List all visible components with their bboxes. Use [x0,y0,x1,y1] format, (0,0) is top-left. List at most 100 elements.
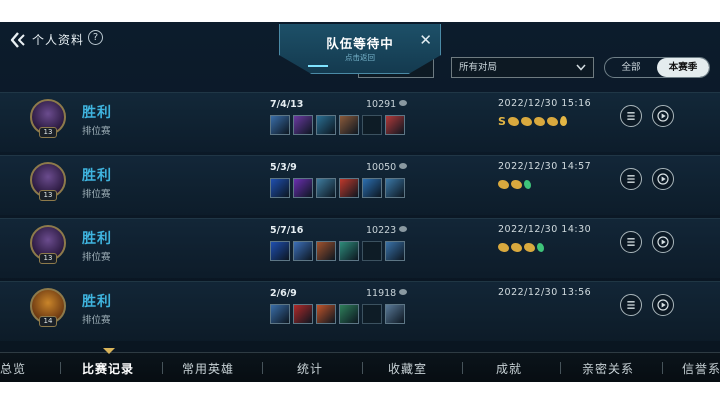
match-kda: 7/4/13 [270,99,304,110]
nav-divider [162,362,163,374]
match-datetime: 2022/12/30 14:57 [498,161,592,172]
match-badges [498,178,531,190]
match-row[interactable]: 13 胜利 排位赛 7/4/13 10291 2022/12/30 15:16 … [0,92,720,152]
nav-tab[interactable]: 总览 [0,360,26,377]
details-list-icon[interactable] [620,231,642,253]
achievement-badge-icon [533,116,545,126]
details-list-icon[interactable] [620,294,642,316]
coin-icon [399,163,408,169]
season-toggle[interactable]: 全部 本赛季 [604,57,710,78]
achievement-badge-icon [511,242,522,252]
queue-popup[interactable]: 队伍等待中 点击返回 ✕ [279,24,441,74]
match-type-value: 所有对局 [459,62,498,73]
item-icon [385,115,405,135]
match-datetime: 2022/12/30 13:56 [498,287,592,298]
details-list-icon[interactable] [620,105,642,127]
nav-tab[interactable]: 统计 [297,360,323,377]
match-mode: 排位赛 [82,189,111,200]
match-mode: 排位赛 [82,252,111,263]
empty-item-slot [362,241,382,261]
match-row[interactable]: 13 胜利 排位赛 5/3/9 10050 2022/12/30 14:57 [0,155,720,215]
drop-icon [559,116,567,126]
item-icon [270,178,290,198]
match-result: 胜利 [82,231,112,247]
replay-icon[interactable] [652,294,674,316]
nav-divider [462,362,463,374]
match-result: 胜利 [82,294,112,310]
queue-title: 队伍等待中 [326,36,394,51]
item-icon [385,304,405,324]
queue-progress-bar [308,65,328,67]
nav-tab[interactable]: 常用英雄 [182,360,234,377]
back-arrow-icon[interactable] [9,30,29,50]
match-badges: S [498,115,567,127]
item-slots [270,241,405,261]
item-slots [270,178,405,198]
item-icon [339,241,359,261]
item-icon [316,241,336,261]
coin-icon [399,226,408,232]
nav-divider [262,362,263,374]
season-option-current[interactable]: 本赛季 [657,58,709,77]
champion-level: 13 [39,253,57,264]
item-icon [339,178,359,198]
replay-icon[interactable] [652,168,674,190]
item-icon [293,115,313,135]
champion-level: 13 [39,190,57,201]
nav-tab[interactable]: 成就 [496,360,522,377]
match-badges [498,241,544,253]
achievement-badge-icon [507,116,519,126]
item-icon [293,241,313,261]
match-gold: 10050 [366,162,408,173]
match-gold-value: 10050 [366,162,397,173]
match-type-select[interactable]: 所有对局 [451,57,594,78]
coin-icon [399,289,408,295]
nav-tab[interactable]: 亲密关系 [582,360,634,377]
item-icon [339,115,359,135]
page-title: 个人资料 [32,33,85,47]
match-gold: 11918 [366,288,408,299]
achievement-badge-icon [524,242,535,252]
item-icon [270,304,290,324]
item-icon [270,115,290,135]
empty-item-slot [362,115,382,135]
match-row[interactable]: 13 胜利 排位赛 5/7/16 10223 2022/12/30 14:30 [0,218,720,278]
green-heart-icon [537,242,544,252]
item-icon [293,178,313,198]
match-kda: 2/6/9 [270,288,297,299]
match-mode: 排位赛 [82,315,111,326]
replay-icon[interactable] [652,231,674,253]
champion-level: 13 [39,127,57,138]
match-result: 胜利 [82,105,112,121]
match-datetime: 2022/12/30 15:16 [498,98,592,109]
s-rank-badge: S [498,114,506,128]
season-option-all[interactable]: 全部 [605,58,657,77]
help-icon[interactable]: ? [88,30,103,45]
item-icon [316,304,336,324]
nav-divider [662,362,663,374]
achievement-badge-icon [498,179,509,189]
match-mode: 排位赛 [82,126,111,137]
details-list-icon[interactable] [620,168,642,190]
queue-return-hint[interactable]: 点击返回 [280,52,440,63]
nav-divider [60,362,61,374]
close-icon[interactable]: ✕ [419,33,432,48]
nav-tab[interactable]: 比赛记录 [82,360,134,377]
nav-tab[interactable]: 信誉系 [682,360,720,377]
item-icon [316,178,336,198]
item-icon [316,115,336,135]
match-gold-value: 11918 [366,288,397,299]
item-icon [339,304,359,324]
nav-tab[interactable]: 收藏室 [388,360,427,377]
app-screen: 个人资料 ? 我的视频 所有对局 全部 [0,22,720,382]
item-icon [293,304,313,324]
green-heart-icon [524,179,531,189]
achievement-badge-icon [520,116,532,126]
match-row[interactable]: 14 胜利 排位赛 2/6/9 11918 2022/12/30 13:56 [0,281,720,341]
active-tab-marker-icon [103,348,115,354]
match-kda: 5/3/9 [270,162,297,173]
coin-icon [399,100,408,106]
replay-icon[interactable] [652,105,674,127]
item-icon [270,241,290,261]
match-gold: 10291 [366,99,408,110]
